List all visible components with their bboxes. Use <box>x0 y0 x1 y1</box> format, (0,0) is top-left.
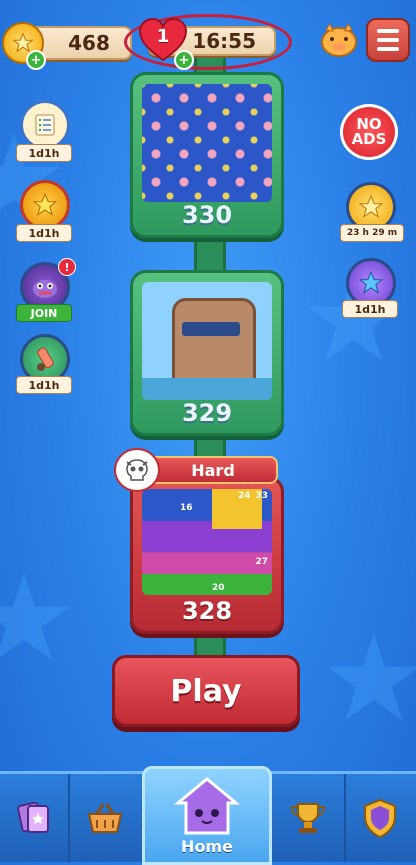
event-timer: 1d1h <box>16 376 72 394</box>
no-ads-label: NO ADS <box>351 115 387 148</box>
hint-number: 24 <box>238 491 251 501</box>
menu-button[interactable] <box>366 18 410 62</box>
level-art-mosaic <box>142 84 272 202</box>
menu-icon <box>377 29 399 33</box>
background-star-icon: ★ <box>320 610 416 749</box>
quest-event-button[interactable]: 1d1h <box>16 100 72 162</box>
star-event-button[interactable]: 1d1h <box>16 180 72 242</box>
add-lives-button[interactable]: + <box>174 50 194 70</box>
nav-cards[interactable] <box>0 774 70 862</box>
star-key-event-button[interactable]: 1d1h <box>340 258 398 318</box>
level-card-330[interactable]: 330 <box>130 72 284 238</box>
nav-leaderboard[interactable] <box>272 774 346 862</box>
bottom-nav: Home <box>0 766 416 865</box>
level-number: 328 <box>181 597 233 625</box>
trophy-icon <box>290 803 326 833</box>
sunglasses-shape <box>182 322 240 336</box>
nav-shop[interactable] <box>68 774 144 862</box>
hint-number: 27 <box>255 557 268 567</box>
event-timer: 1d1h <box>342 300 398 318</box>
nav-team[interactable] <box>344 774 416 862</box>
join-label: JOIN <box>16 304 72 322</box>
add-coins-button[interactable]: + <box>26 50 46 70</box>
shield-icon <box>364 798 396 839</box>
event-timer: 1d1h <box>16 224 72 242</box>
hint-number: 16 <box>180 503 193 513</box>
event-timer: 1d1h <box>16 144 72 162</box>
home-icon <box>173 777 241 835</box>
nav-home[interactable]: Home <box>142 766 272 865</box>
level-number: 330 <box>181 201 233 229</box>
level-card-328[interactable]: 24 16 33 27 20 328 <box>130 476 284 634</box>
play-button[interactable]: Play <box>112 655 300 727</box>
difficulty-banner: Hard <box>148 456 278 484</box>
lives-timer: 16:55 <box>192 29 256 53</box>
shop-basket-icon <box>87 803 123 833</box>
level-number: 329 <box>181 399 233 427</box>
hint-number: 20 <box>212 583 225 593</box>
quest-scroll-icon <box>20 100 70 150</box>
cards-icon <box>17 801 49 833</box>
level-art-toast <box>142 282 272 400</box>
coin-bomb-event-button[interactable]: 23 h 29 m <box>340 182 404 242</box>
background-star-icon: ★ <box>0 550 78 689</box>
level-art-castle: 24 16 33 27 20 <box>142 489 272 595</box>
alert-icon: ! <box>58 258 76 276</box>
star-medal-icon <box>20 180 70 230</box>
skull-icon <box>114 448 160 492</box>
nav-home-label: Home <box>181 837 233 856</box>
piggy-bank-icon[interactable] <box>318 20 360 60</box>
cannon-event-button[interactable]: 1d1h <box>16 334 72 394</box>
coin-amount: 468 <box>68 31 110 55</box>
no-ads-button[interactable]: NO ADS <box>340 104 398 160</box>
level-card-329[interactable]: 329 <box>130 270 284 436</box>
event-timer: 23 h 29 m <box>340 224 404 242</box>
difficulty-label: Hard <box>191 460 235 480</box>
hint-number: 33 <box>255 491 268 501</box>
play-label: Play <box>170 673 242 709</box>
lives-count: 1 <box>156 26 170 47</box>
monster-event-button[interactable]: ! JOIN <box>16 258 76 322</box>
